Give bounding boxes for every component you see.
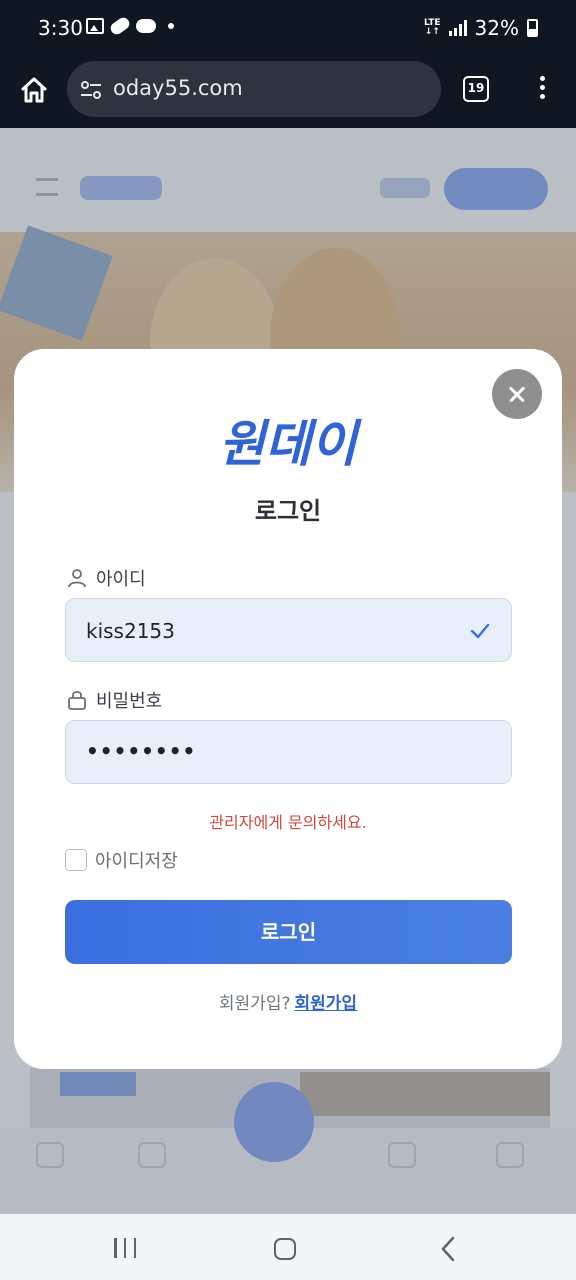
back-icon[interactable]: [440, 1236, 456, 1262]
page-title: 로그인: [254, 497, 322, 525]
password-field-value: ••••••••: [86, 739, 197, 763]
battery-percent: 32%: [474, 16, 519, 40]
login-button[interactable]: 로그인: [65, 900, 512, 964]
id-label: 아이디: [66, 565, 146, 591]
notification-icons: [86, 15, 174, 37]
password-label: 비밀번호: [66, 687, 162, 713]
id-field-value: kiss2153: [86, 619, 175, 643]
id-label-text: 아이디: [96, 569, 146, 590]
recent-apps-icon[interactable]: [114, 1238, 136, 1258]
remember-id-label: 아이디저장: [95, 851, 178, 872]
more-notifications-dot: [168, 23, 174, 29]
login-modal: 원데이 로그인 아이디 kiss2153 비밀번호 •••••••• 관리자에게…: [14, 349, 562, 1069]
pill-icon: [108, 15, 132, 37]
password-field[interactable]: ••••••••: [65, 720, 512, 784]
signal-icon: [448, 20, 467, 36]
close-icon[interactable]: [492, 369, 542, 419]
home-icon[interactable]: [18, 74, 50, 106]
url-text: oday55.com: [113, 76, 243, 100]
check-icon: [470, 623, 490, 639]
home-nav-icon[interactable]: [274, 1238, 296, 1260]
status-right: LTE ↓↑ 32%: [424, 16, 538, 40]
signup-link[interactable]: 회원가입: [295, 994, 358, 1014]
gallery-icon: [86, 18, 104, 34]
user-icon: [68, 569, 86, 588]
battery-icon: [527, 19, 538, 37]
lte-icon: LTE ↓↑: [424, 18, 441, 37]
url-bar[interactable]: oday55.com: [67, 61, 441, 117]
signup-row: 회원가입? 회원가입: [14, 989, 562, 1014]
brand-logo: 원데이: [219, 415, 362, 473]
system-nav-bar: [0, 1214, 576, 1280]
cloud-icon: [136, 19, 156, 33]
more-vert-icon[interactable]: [537, 76, 547, 102]
error-message: 관리자에게 문의하세요.: [209, 813, 367, 832]
id-field[interactable]: kiss2153: [65, 598, 512, 662]
remember-id[interactable]: 아이디저장: [65, 847, 178, 873]
svg-text:원데이: 원데이: [219, 415, 362, 473]
tune-icon[interactable]: [79, 78, 103, 102]
password-label-text: 비밀번호: [96, 691, 163, 712]
tabs-icon[interactable]: 19: [463, 76, 489, 102]
signup-prompt: 회원가입?: [218, 994, 291, 1014]
remember-id-checkbox[interactable]: [65, 849, 87, 871]
lock-icon: [68, 691, 86, 710]
status-bar: 3:30 LTE ↓↑ 32%: [0, 0, 576, 58]
browser-toolbar: oday55.com 19: [0, 58, 576, 128]
status-time: 3:30: [38, 16, 83, 40]
